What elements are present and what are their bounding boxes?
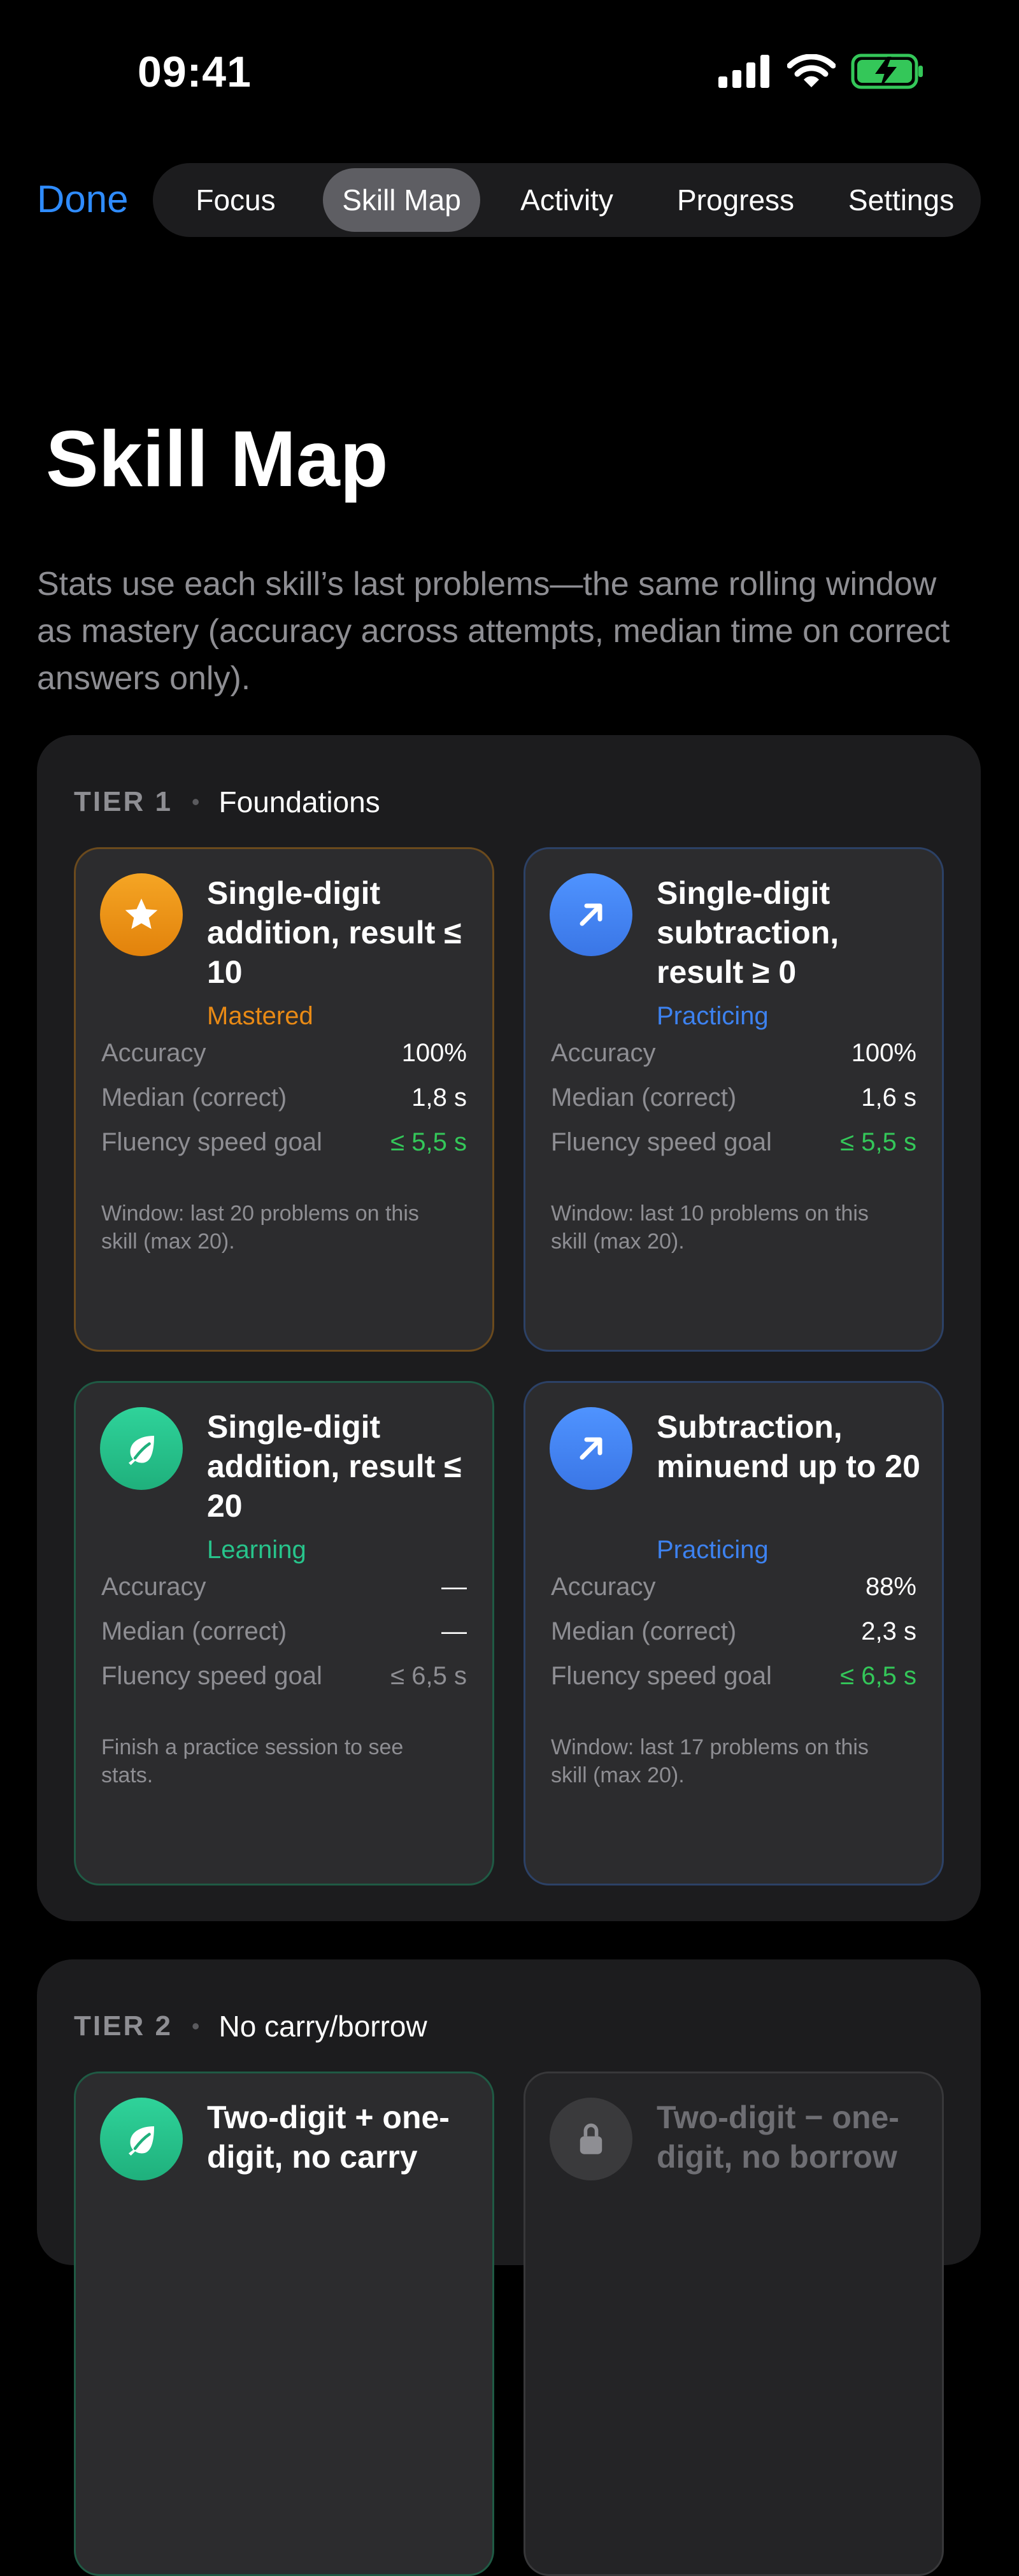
accuracy-row: Accuracy — — [101, 1568, 467, 1606]
status-time: 09:41 — [138, 48, 252, 96]
median-row: Median (correct) 2,3 s — [551, 1612, 916, 1650]
stat-label: Accuracy — [101, 1038, 206, 1067]
page-subtitle: Stats use each skill’s last problems—the… — [37, 566, 950, 697]
median-row: Median (correct) — — [101, 1612, 467, 1650]
skill-status: Practicing — [657, 1536, 769, 1564]
accuracy-row: Accuracy 100% — [101, 1034, 467, 1072]
separator-dot: • — [191, 789, 200, 815]
tier-label: TIER 1 — [74, 786, 173, 817]
wifi-icon — [787, 54, 836, 87]
stat-value: 2,3 s — [861, 1617, 916, 1645]
stat-value: 88% — [865, 1572, 916, 1601]
stat-label: Fluency speed goal — [551, 1127, 772, 1156]
tab-activity[interactable]: Activity — [497, 163, 637, 237]
stat-label: Accuracy — [551, 1572, 656, 1601]
segmented-tab-bar: Focus Skill Map Activity Progress Settin… — [153, 163, 981, 237]
skill-card[interactable]: Single-digit addition, result ≤ 20 Learn… — [74, 1381, 494, 1885]
tier-panel-1: TIER 1 • Foundations Single-digit additi… — [37, 735, 981, 1921]
stat-value: — — [441, 1617, 467, 1645]
skill-card-locked[interactable]: Two-digit − one-digit, no borrow — [524, 2072, 944, 2576]
lock-icon — [550, 2098, 632, 2180]
skill-card[interactable]: Single-digit subtraction, result ≥ 0 Pra… — [524, 847, 944, 1352]
window-note: Window: last 20 problems on this skill (… — [101, 1201, 419, 1254]
goal-row: Fluency speed goal ≤ 6,5 s — [551, 1657, 916, 1695]
skill-card[interactable]: Single-digit addition, result ≤ 10 Maste… — [74, 847, 494, 1352]
tier-header: TIER 2 • No carry/borrow — [74, 2009, 427, 2043]
tier-name: No carry/borrow — [218, 2010, 427, 2043]
stat-label: Accuracy — [551, 1038, 656, 1067]
skill-title: Two-digit + one-digit, no carry — [207, 2100, 450, 2175]
stat-value: — — [441, 1572, 467, 1601]
window-note: Window: last 17 problems on this skill (… — [551, 1735, 869, 1787]
tier-panel-2: TIER 2 • No carry/borrow Two-digit + one… — [37, 1959, 981, 2576]
skill-title: Subtraction, minuend up to 20 — [657, 1409, 920, 1484]
signal-icon — [718, 55, 769, 88]
tier-header: TIER 1 • Foundations — [74, 785, 380, 819]
leaf-icon — [100, 1407, 183, 1490]
stat-value: ≤ 5,5 s — [840, 1127, 916, 1156]
accuracy-row: Accuracy 88% — [551, 1568, 916, 1606]
stat-value: 1,8 s — [411, 1083, 467, 1112]
skill-title: Two-digit − one-digit, no borrow — [657, 2100, 899, 2175]
skill-card[interactable]: Subtraction, minuend up to 20 Practicing… — [524, 1381, 944, 1885]
stat-label: Median (correct) — [551, 1083, 737, 1112]
arrow-up-right-icon — [550, 873, 632, 956]
tier-label: TIER 2 — [74, 2010, 173, 2042]
window-note: Finish a practice session to see stats. — [101, 1735, 404, 1787]
skill-title: Single-digit addition, result ≤ 10 — [207, 875, 462, 990]
stat-label: Median (correct) — [551, 1617, 737, 1645]
done-button[interactable]: Done — [37, 177, 128, 221]
stat-label: Median (correct) — [101, 1083, 287, 1112]
median-row: Median (correct) 1,8 s — [101, 1078, 467, 1117]
skill-status: Learning — [207, 1536, 306, 1564]
stat-label: Median (correct) — [101, 1617, 287, 1645]
stat-value: 100% — [851, 1038, 916, 1067]
tab-settings[interactable]: Settings — [828, 163, 974, 237]
arrow-up-right-icon — [550, 1407, 632, 1490]
battery-charging-icon — [851, 54, 923, 89]
tab-focus[interactable]: Focus — [166, 163, 306, 237]
tier-name: Foundations — [218, 785, 380, 819]
stat-value: ≤ 6,5 s — [390, 1661, 467, 1690]
leaf-icon — [100, 2098, 183, 2180]
tab-progress[interactable]: Progress — [656, 163, 815, 237]
stat-value: 1,6 s — [861, 1083, 916, 1112]
separator-dot: • — [191, 2013, 200, 2039]
stat-value: ≤ 6,5 s — [840, 1661, 916, 1690]
goal-row: Fluency speed goal ≤ 5,5 s — [551, 1123, 916, 1161]
status-icons — [718, 52, 925, 90]
median-row: Median (correct) 1,6 s — [551, 1078, 916, 1117]
window-note: Window: last 10 problems on this skill (… — [551, 1201, 869, 1254]
skill-card[interactable]: Two-digit + one-digit, no carry — [74, 2072, 494, 2576]
skill-title: Single-digit subtraction, result ≥ 0 — [657, 875, 839, 990]
goal-row: Fluency speed goal ≤ 5,5 s — [101, 1123, 467, 1161]
stat-value: ≤ 5,5 s — [390, 1127, 467, 1156]
stat-value: 100% — [401, 1038, 467, 1067]
skill-title: Single-digit addition, result ≤ 20 — [207, 1409, 462, 1524]
stat-label: Accuracy — [101, 1572, 206, 1601]
skill-status: Mastered — [207, 1002, 313, 1030]
page-title: Skill Map — [46, 415, 388, 503]
goal-row: Fluency speed goal ≤ 6,5 s — [101, 1657, 467, 1695]
skill-status: Practicing — [657, 1002, 769, 1030]
stat-label: Fluency speed goal — [551, 1661, 772, 1690]
star-icon — [100, 873, 183, 956]
stat-label: Fluency speed goal — [101, 1127, 322, 1156]
tab-skill-map[interactable]: Skill Map — [323, 168, 480, 232]
accuracy-row: Accuracy 100% — [551, 1034, 916, 1072]
stat-label: Fluency speed goal — [101, 1661, 322, 1690]
